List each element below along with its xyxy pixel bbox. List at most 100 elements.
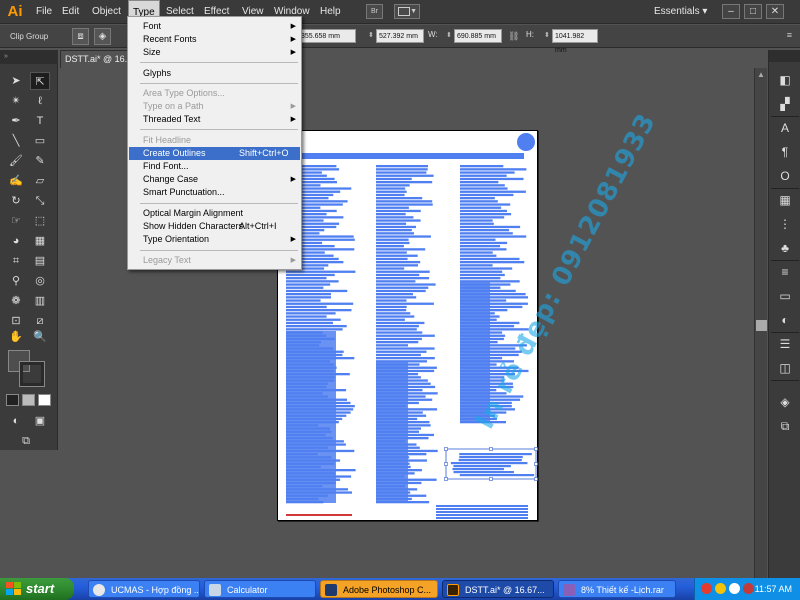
blend-tool-icon[interactable]: ◎ bbox=[30, 272, 50, 290]
menu-item-find-font[interactable]: Find Font... bbox=[129, 160, 300, 173]
height-stepper-icon[interactable]: ⬍ bbox=[544, 30, 550, 42]
taskbar-item-illustrator[interactable]: DSTT.ai* @ 16.67... bbox=[442, 580, 554, 598]
fill-stroke-widget[interactable] bbox=[6, 348, 50, 388]
eraser-tool-icon[interactable]: ▱ bbox=[30, 172, 50, 190]
hand-tool-icon[interactable]: ✋ bbox=[6, 328, 26, 346]
text-line bbox=[460, 241, 508, 245]
menu-object[interactable]: Object bbox=[88, 0, 125, 24]
layers-panel-icon[interactable]: ◈ bbox=[777, 394, 793, 410]
perspective-grid-tool-icon[interactable]: ▦ bbox=[30, 232, 50, 250]
menu-edit[interactable]: Edit bbox=[58, 0, 83, 24]
menu-item-font[interactable]: Font ▶ bbox=[129, 20, 300, 33]
pen-tool-icon[interactable]: ✒ bbox=[6, 112, 26, 130]
gradient-mode-icon[interactable] bbox=[22, 394, 35, 406]
minimize-button[interactable]: – bbox=[722, 4, 740, 19]
tray-volume-icon[interactable] bbox=[729, 583, 740, 594]
panel-dock: ◧ ▞ A ¶ O ▦ ⋮ ♣ ≡ ▭ ◐ ☰ ◫ ◈ ⧉ bbox=[768, 50, 800, 580]
start-button[interactable]: start bbox=[0, 578, 74, 600]
free-transform-tool-icon[interactable]: ⬚ bbox=[30, 212, 50, 230]
paragraph-panel-icon[interactable]: ¶ bbox=[777, 144, 793, 160]
transparency-panel-icon[interactable]: ◐ bbox=[777, 312, 793, 328]
warp-tool-icon[interactable]: ☞ bbox=[6, 212, 26, 230]
opentype-panel-icon[interactable]: O bbox=[777, 168, 793, 184]
graphic-styles-panel-icon[interactable]: ◫ bbox=[777, 360, 793, 376]
width-stepper-icon[interactable]: ⬍ bbox=[446, 30, 452, 42]
screen-mode-icon[interactable]: ▣ bbox=[30, 412, 50, 430]
selection-tool-icon[interactable]: ➤ bbox=[6, 72, 26, 90]
taskbar-item-photoshop[interactable]: Adobe Photoshop C... bbox=[320, 580, 438, 598]
restore-button[interactable]: □ bbox=[744, 4, 762, 19]
brushes-panel-icon[interactable]: ⋮ bbox=[777, 216, 793, 232]
scale-tool-icon[interactable]: ⤡ bbox=[30, 192, 50, 210]
appearance-panel-icon[interactable]: ☰ bbox=[777, 336, 793, 352]
scroll-thumb[interactable] bbox=[756, 320, 767, 331]
menu-item-threaded-text[interactable]: Threaded Text ▶ bbox=[129, 113, 300, 126]
taskbar-item-calculator[interactable]: Calculator bbox=[204, 580, 316, 598]
panel-menu-icon[interactable]: ≡ bbox=[787, 30, 792, 40]
panel-collapse-icon[interactable]: » bbox=[0, 50, 58, 64]
shape-builder-tool-icon[interactable]: ◕ bbox=[6, 232, 26, 250]
mesh-tool-icon[interactable]: ⌗ bbox=[6, 252, 26, 270]
paintbrush-tool-icon[interactable]: 🖌 bbox=[6, 152, 26, 170]
y-position-field[interactable]: 527.392 mm bbox=[376, 29, 424, 43]
lasso-tool-icon[interactable]: ℓ bbox=[30, 92, 50, 110]
isolate-group-icon[interactable]: ⧈ bbox=[72, 28, 89, 45]
menu-item-optical-margin-alignment[interactable]: Optical Margin Alignment bbox=[129, 207, 300, 220]
edit-contents-icon[interactable]: ◈ bbox=[94, 28, 111, 45]
rectangle-tool-icon[interactable]: ▭ bbox=[30, 132, 50, 150]
gradient-panel-icon[interactable]: ▭ bbox=[777, 288, 793, 304]
menu-help[interactable]: Help bbox=[316, 0, 345, 24]
menu-item-show-hidden-characters[interactable]: Show Hidden Characters Alt+Ctrl+I bbox=[129, 220, 300, 233]
drawing-mode-icon[interactable]: ◐ bbox=[6, 412, 26, 430]
y-stepper-icon[interactable]: ⬍ bbox=[368, 30, 374, 42]
bridge-button[interactable]: Br bbox=[366, 4, 383, 19]
scroll-up-icon[interactable]: ▲ bbox=[757, 70, 765, 79]
swatches-panel-icon[interactable]: ▦ bbox=[777, 192, 793, 208]
menu-item-type-orientation[interactable]: Type Orientation ▶ bbox=[129, 233, 300, 246]
gradient-tool-icon[interactable]: ▤ bbox=[30, 252, 50, 270]
close-button[interactable]: ✕ bbox=[766, 4, 784, 19]
symbol-sprayer-tool-icon[interactable]: ❁ bbox=[6, 292, 26, 310]
magic-wand-tool-icon[interactable]: ✴ bbox=[6, 92, 26, 110]
workspace-switcher[interactable]: Essentials ▾ bbox=[654, 0, 707, 24]
stroke-panel-icon[interactable]: ≡ bbox=[777, 264, 793, 280]
zoom-tool-icon[interactable]: 🔍 bbox=[30, 328, 50, 346]
pencil-tool-icon[interactable]: ✎ bbox=[30, 152, 50, 170]
line-tool-icon[interactable]: ╲ bbox=[6, 132, 26, 150]
arrange-documents-button[interactable]: ▼ bbox=[394, 4, 420, 19]
stroke-swatch[interactable] bbox=[19, 361, 45, 387]
dock-grip[interactable] bbox=[769, 50, 800, 62]
artboard[interactable] bbox=[277, 130, 538, 521]
character-panel-icon[interactable]: A bbox=[777, 120, 793, 136]
taskbar-item-winrar[interactable]: 8% Thiết kế -Lịch.rar bbox=[558, 580, 676, 598]
tray-antivirus-icon[interactable] bbox=[701, 583, 712, 594]
menu-item-create-outlines[interactable]: Create Outlines Shift+Ctrl+O bbox=[129, 147, 300, 160]
type-tool-icon[interactable]: T bbox=[30, 112, 50, 130]
rotate-tool-icon[interactable]: ↻ bbox=[6, 192, 26, 210]
menu-item-smart-punctuation[interactable]: Smart Punctuation... bbox=[129, 186, 300, 199]
x-position-field[interactable]: 355.658 mm bbox=[298, 29, 356, 43]
direct-selection-tool-icon[interactable]: ⇱ bbox=[30, 72, 50, 90]
color-guide-icon[interactable]: ▞ bbox=[777, 96, 793, 112]
tray-app-icon[interactable] bbox=[743, 583, 754, 594]
none-mode-icon[interactable] bbox=[38, 394, 51, 406]
constrain-proportions-icon[interactable]: ⛓ bbox=[508, 30, 519, 42]
taskbar-item-ucmas[interactable]: UCMAS - Hợp đồng ... bbox=[88, 580, 200, 598]
eyedropper-tool-icon[interactable]: ⚲ bbox=[6, 272, 26, 290]
blob-brush-tool-icon[interactable]: ✍ bbox=[6, 172, 26, 190]
artboards-panel-icon[interactable]: ⧉ bbox=[777, 418, 793, 434]
menu-item-glyphs[interactable]: Glyphs bbox=[129, 67, 300, 80]
menu-file[interactable]: File bbox=[32, 0, 56, 24]
column-graph-tool-icon[interactable]: ▥ bbox=[30, 292, 50, 310]
color-panel-icon[interactable]: ◧ bbox=[777, 72, 793, 88]
vertical-scrollbar[interactable]: ▲ bbox=[754, 68, 767, 580]
width-field[interactable]: 690.885 mm bbox=[454, 29, 502, 43]
symbols-panel-icon[interactable]: ♣ bbox=[777, 240, 793, 256]
change-screen-mode-icon[interactable]: ⧉ bbox=[16, 432, 36, 450]
menu-item-recent-fonts[interactable]: Recent Fonts ▶ bbox=[129, 33, 300, 46]
tray-network-icon[interactable] bbox=[715, 583, 726, 594]
menu-item-change-case[interactable]: Change Case ▶ bbox=[129, 173, 300, 186]
height-field[interactable]: 1041.982 mm bbox=[552, 29, 598, 54]
menu-item-size[interactable]: Size ▶ bbox=[129, 46, 300, 59]
color-mode-icon[interactable] bbox=[6, 394, 19, 406]
